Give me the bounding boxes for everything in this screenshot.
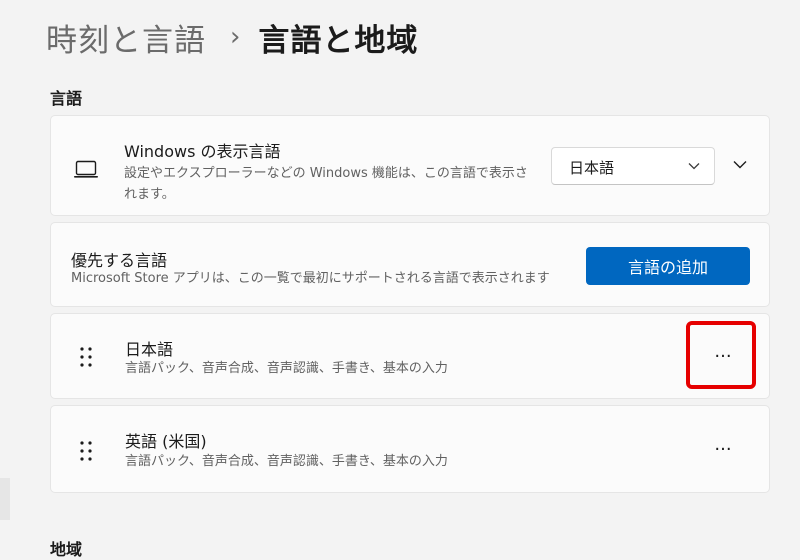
breadcrumb-separator-icon: › [230, 22, 241, 52]
left-edge-strip [0, 478, 10, 520]
display-language-card[interactable]: Windows の表示言語 設定やエクスプローラーなどの Windows 機能は… [50, 115, 770, 216]
highlight-box [686, 321, 756, 389]
laptop-icon [74, 160, 98, 178]
expand-chevron-down-icon[interactable] [733, 160, 747, 169]
add-language-button[interactable]: 言語の追加 [586, 247, 750, 285]
chevron-down-icon [688, 163, 700, 170]
drag-handle-icon[interactable] [79, 440, 93, 462]
language-name: 英語 (米国) [125, 432, 207, 451]
display-language-title: Windows の表示言語 [124, 142, 281, 161]
language-features: 言語パック、音声合成、音声認識、手書き、基本の入力 [125, 361, 448, 376]
page-title: 言語と地域 [258, 22, 419, 59]
language-list-item[interactable]: 英語 (米国) 言語パック、音声合成、音声認識、手書き、基本の入力 ··· [50, 405, 770, 493]
language-name: 日本語 [125, 340, 174, 359]
language-section-title: 言語 [50, 89, 83, 108]
display-language-description: 設定やエクスプローラーなどの Windows 機能は、この言語で表示されます。 [124, 166, 528, 202]
breadcrumb-parent-link[interactable]: 時刻と言語 [46, 15, 206, 60]
drag-handle-icon[interactable] [79, 346, 93, 368]
region-section-title: 地域 [50, 540, 83, 559]
preferred-languages-card: 優先する言語 Microsoft Store アプリは、この一覧で最初にサポート… [50, 222, 770, 307]
language-list-item[interactable]: 日本語 言語パック、音声合成、音声認識、手書き、基本の入力 ··· [50, 313, 770, 399]
display-language-selected-value: 日本語 [569, 159, 615, 177]
language-features: 言語パック、音声合成、音声認識、手書き、基本の入力 [125, 454, 448, 469]
preferred-languages-description: Microsoft Store アプリは、この一覧で最初にサポートされる言語で表… [71, 271, 550, 286]
breadcrumb: 時刻と言語 › 言語と地域 [46, 14, 418, 60]
more-options-button[interactable]: ··· [703, 431, 743, 467]
display-language-dropdown[interactable]: 日本語 [551, 147, 715, 185]
